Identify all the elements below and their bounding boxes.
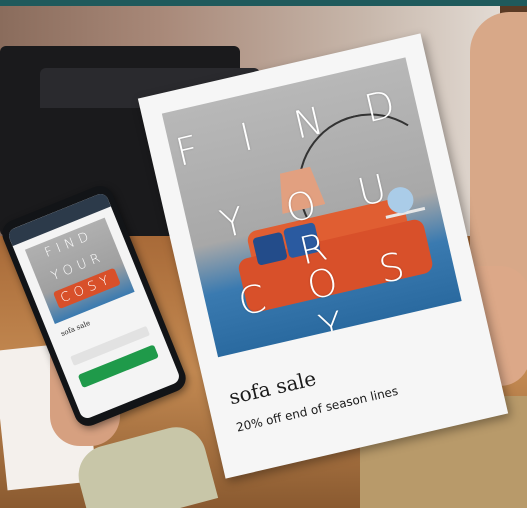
scene-photo: F I N D Y O U R C O S Y sofa sale 20% of… bbox=[0, 6, 527, 508]
top-accent-bar bbox=[0, 0, 527, 6]
person-face bbox=[470, 12, 527, 292]
screen-heading: sofa sale bbox=[59, 319, 92, 339]
poster-photo: F I N D Y O U R C O S Y bbox=[161, 57, 462, 358]
poster-heading: sofa sale bbox=[226, 366, 319, 410]
photo-frame: F I N D Y O U R C O S Y sofa sale 20% of… bbox=[0, 0, 527, 508]
